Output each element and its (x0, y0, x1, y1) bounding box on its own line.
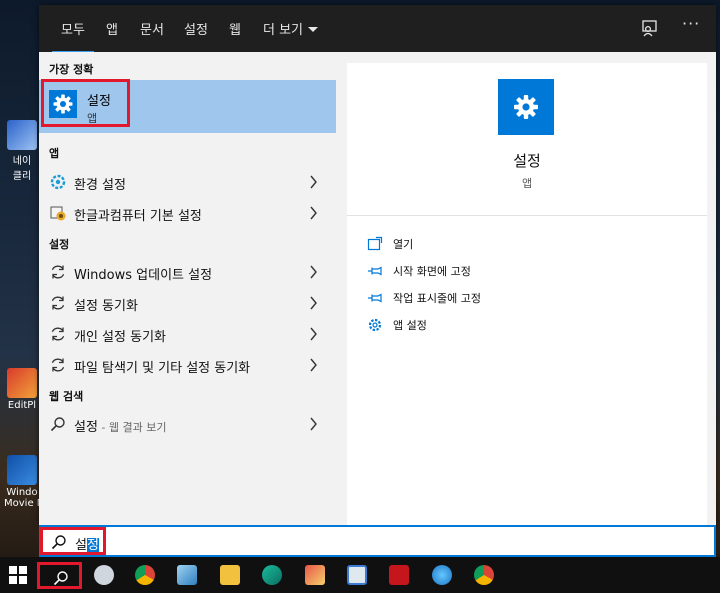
internet-explorer-icon[interactable] (432, 565, 452, 585)
open-icon (367, 236, 383, 251)
app-result-label: 한글과컴퓨터 기본 설정 (74, 209, 202, 224)
web-section-header: 웹 검색 (49, 390, 84, 403)
annotation-highlight-box (40, 527, 106, 555)
web-search-query: 설정 (74, 420, 98, 435)
web-search-result[interactable]: 설정 - 웹 결과 보기 (39, 409, 336, 439)
divider (347, 215, 707, 216)
action-label: 열기 (393, 238, 414, 251)
windows-start-icon[interactable] (9, 566, 27, 584)
gear-icon (498, 79, 554, 135)
app-icon[interactable] (262, 565, 282, 585)
feedback-icon[interactable] (640, 19, 660, 39)
setting-result-label: 개인 설정 동기화 (74, 330, 166, 345)
settings-shell-icon (50, 174, 66, 190)
tab-web[interactable]: 웹 (229, 19, 241, 38)
setting-result-explorer-sync[interactable]: 파일 탐색기 및 기타 설정 동기화 (39, 350, 336, 380)
app-result-label: 환경 설정 (74, 178, 126, 193)
desktop-icon-3[interactable]: Windo Movie M (4, 455, 45, 509)
settings-section-header: 설정 (49, 238, 70, 251)
app-icon (7, 368, 37, 398)
chevron-right-icon[interactable] (309, 296, 318, 310)
action-label: 앱 설정 (393, 319, 427, 332)
preview-pane: 설정 앱 열기 시작 화면에 고정 작업 표시줄에 고정 앱 설정 (347, 63, 707, 525)
app-result-environment-settings[interactable]: 환경 설정 (39, 167, 336, 197)
more-options-icon[interactable]: ··· (682, 14, 700, 33)
app-icon (7, 120, 37, 150)
chevron-down-icon (308, 27, 319, 32)
app-icon[interactable] (347, 565, 367, 585)
search-icon (50, 417, 65, 432)
desktop-icon-1[interactable]: 네이 클리 (4, 120, 40, 182)
chevron-right-icon[interactable] (309, 327, 318, 341)
tab-settings[interactable]: 설정 (184, 19, 208, 38)
tab-more[interactable]: 더 보기 (263, 19, 319, 38)
best-match-header: 가장 정확 (49, 63, 94, 76)
hancom-icon (50, 206, 66, 221)
hancom-office-icon[interactable] (389, 565, 409, 585)
apps-section-header: 앱 (49, 147, 60, 160)
setting-result-label: 설정 동기화 (74, 299, 138, 314)
desktop-icon-label: Windo Movie M (4, 487, 45, 509)
app-icon (7, 455, 37, 485)
pin-icon (368, 266, 382, 276)
search-icon (53, 571, 68, 586)
app-icon[interactable] (177, 565, 197, 585)
desktop-icon-label: EditPl (7, 400, 37, 411)
sync-icon (51, 358, 65, 372)
gear-icon (368, 318, 382, 332)
setting-result-label: 파일 탐색기 및 기타 설정 동기화 (74, 361, 251, 376)
desktop-icon-2[interactable]: EditPl (4, 368, 40, 411)
app-icon[interactable] (305, 565, 325, 585)
tab-all[interactable]: 모두 (52, 19, 94, 54)
search-box[interactable]: 설정 (39, 525, 716, 557)
results-list: 가장 정확 설정 앱 앱 환경 설정 한글과컴퓨터 기본 설정 설정 Windo… (39, 52, 336, 525)
preview-app-type: 앱 (521, 177, 533, 190)
setting-result-sync[interactable]: 설정 동기화 (39, 288, 336, 318)
sync-icon (51, 265, 65, 279)
app-result-hancom-settings[interactable]: 한글과컴퓨터 기본 설정 (39, 198, 336, 228)
taskbar-search-button[interactable] (37, 562, 82, 589)
tab-documents[interactable]: 문서 (140, 19, 164, 38)
file-explorer-icon[interactable] (220, 565, 240, 585)
taskbar (0, 557, 720, 593)
web-search-suffix: - 웹 결과 보기 (97, 421, 167, 434)
start-menu: 모두 앱 문서 설정 웹 더 보기 ··· 가장 정확 설정 앱 앱 환경 설정 (39, 5, 716, 525)
tab-more-label: 더 보기 (263, 23, 304, 38)
chrome-icon[interactable] (135, 565, 155, 585)
task-view-icon[interactable] (94, 565, 114, 585)
pin-icon (368, 293, 382, 303)
chevron-right-icon[interactable] (309, 265, 318, 279)
preview-app-name: 설정 (513, 152, 541, 170)
chrome-icon[interactable] (474, 565, 494, 585)
action-label: 작업 표시줄에 고정 (393, 292, 481, 305)
sync-icon (51, 327, 65, 341)
sync-icon (51, 296, 65, 310)
setting-result-windows-update[interactable]: Windows 업데이트 설정 (39, 257, 336, 287)
search-tab-bar: 모두 앱 문서 설정 웹 더 보기 ··· (39, 5, 716, 54)
chevron-right-icon[interactable] (309, 206, 318, 220)
chevron-right-icon[interactable] (309, 358, 318, 372)
setting-result-label: Windows 업데이트 설정 (74, 268, 213, 283)
web-search-label: 설정 - 웹 결과 보기 (74, 416, 166, 435)
setting-result-personal-sync[interactable]: 개인 설정 동기화 (39, 319, 336, 349)
action-label: 시작 화면에 고정 (393, 265, 471, 278)
annotation-highlight-box (41, 79, 130, 127)
chevron-right-icon[interactable] (309, 417, 318, 431)
tab-apps[interactable]: 앱 (106, 19, 118, 38)
chevron-right-icon[interactable] (309, 175, 318, 189)
desktop-icon-label: 네이 클리 (12, 156, 32, 182)
